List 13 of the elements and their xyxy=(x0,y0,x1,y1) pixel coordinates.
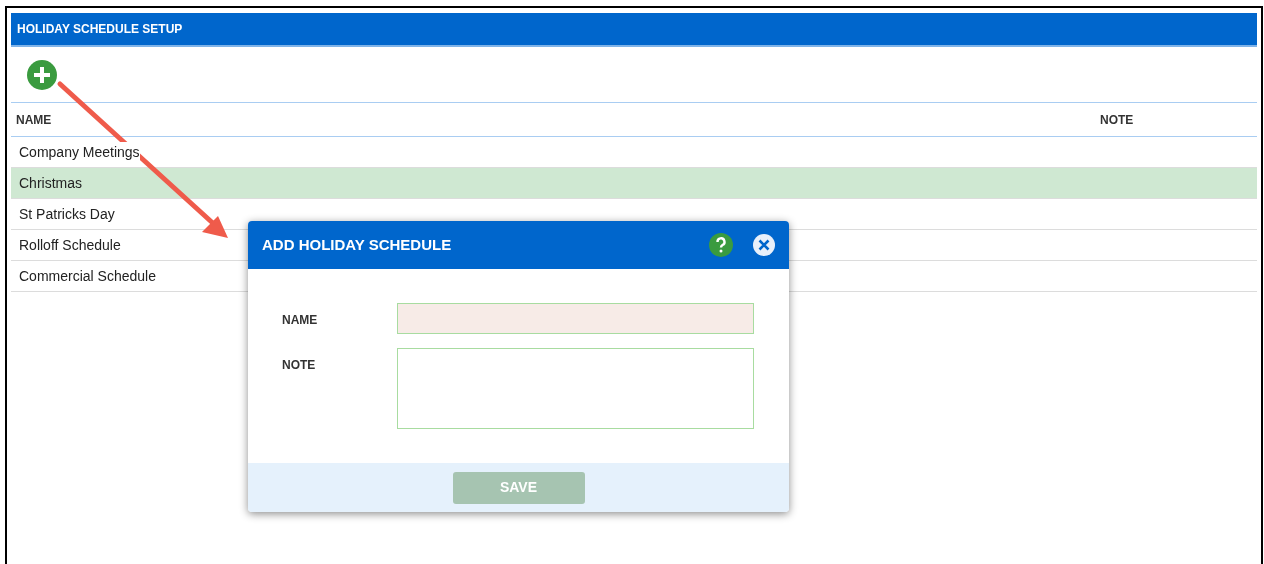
table-cell: Company Meetings xyxy=(19,141,140,163)
add-icon[interactable] xyxy=(27,59,57,90)
help-icon[interactable] xyxy=(709,233,733,257)
close-icon[interactable] xyxy=(753,234,775,256)
field-label: NOTE xyxy=(282,357,317,374)
note-field[interactable] xyxy=(397,348,754,429)
column-header: NOTE xyxy=(1100,111,1135,129)
field-label: NAME xyxy=(282,312,319,329)
panel-title: HOLIDAY SCHEDULE SETUP xyxy=(17,21,183,38)
dialog-title: ADD HOLIDAY SCHEDULE xyxy=(262,234,453,255)
column-header: NAME xyxy=(15,111,53,129)
name-field[interactable] xyxy=(397,303,754,334)
table-row[interactable]: Christmas xyxy=(11,168,1257,199)
